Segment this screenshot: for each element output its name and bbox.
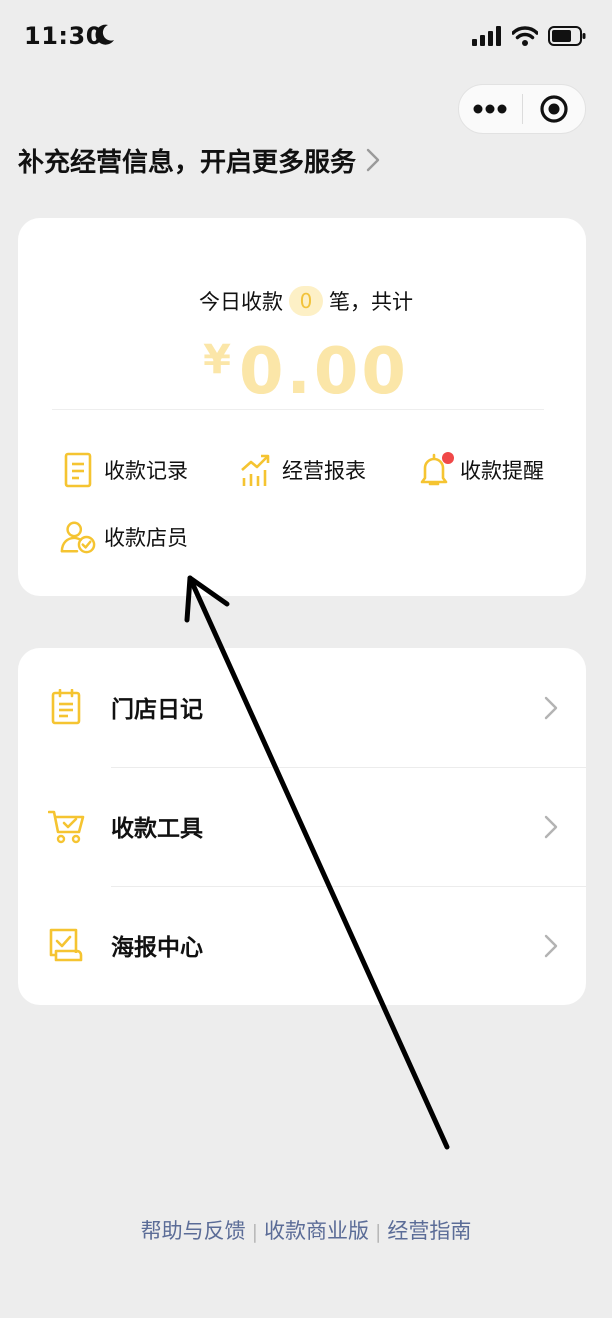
- footer-separator: |: [251, 1221, 258, 1243]
- today-summary: 今日收款 0 笔，共计: [0, 286, 612, 316]
- more-button[interactable]: [459, 85, 522, 133]
- battery-icon: [548, 26, 586, 50]
- footer-link-business[interactable]: 收款商业版: [264, 1219, 369, 1243]
- miniprogram-capsule: [458, 84, 586, 134]
- amount-value: 0.00: [238, 335, 409, 409]
- signal-icon: [472, 26, 502, 50]
- footer-separator: |: [375, 1221, 382, 1243]
- chevron-right-icon: [366, 148, 380, 172]
- poster-icon: [48, 927, 84, 963]
- close-miniprogram-button[interactable]: [523, 85, 586, 133]
- chevron-right-icon: [544, 934, 558, 958]
- more-icon: [473, 104, 507, 114]
- quick-action-staff[interactable]: 收款店员: [60, 519, 188, 555]
- divider: [52, 409, 544, 410]
- today-suffix: 笔，共计: [329, 290, 413, 314]
- notification-dot: [442, 452, 454, 464]
- quick-action-records[interactable]: 收款记录: [60, 452, 188, 488]
- staff-icon: [60, 519, 96, 555]
- today-prefix: 今日收款: [199, 290, 283, 314]
- quick-action-label: 经营报表: [282, 459, 366, 483]
- chevron-right-icon: [544, 815, 558, 839]
- menu-label: 门店日记: [111, 697, 203, 723]
- footer-link-guide[interactable]: 经营指南: [387, 1219, 471, 1243]
- today-amount: ¥0.00: [0, 335, 612, 409]
- status-time: 11:30: [24, 22, 103, 50]
- quick-action-label: 收款提醒: [460, 459, 544, 483]
- quick-action-label: 收款店员: [104, 526, 188, 550]
- cart-icon: [47, 808, 85, 844]
- quick-action-reminder[interactable]: 收款提醒: [416, 452, 544, 488]
- quick-action-reports[interactable]: 经营报表: [238, 452, 366, 488]
- quick-action-label: 收款记录: [104, 459, 188, 483]
- promo-text: 补充经营信息，开启更多服务: [18, 147, 357, 178]
- wifi-icon: [511, 26, 539, 50]
- menu-item-poster-center[interactable]: 海报中心: [18, 886, 586, 1004]
- menu-item-payment-tools[interactable]: 收款工具: [18, 767, 586, 885]
- footer-link-help[interactable]: 帮助与反馈: [141, 1219, 246, 1243]
- moon-icon: [95, 24, 115, 50]
- menu-label: 海报中心: [111, 935, 203, 961]
- target-icon: [540, 95, 568, 123]
- clipboard-icon: [48, 688, 84, 725]
- menu-label: 收款工具: [111, 816, 203, 842]
- document-icon: [60, 452, 96, 488]
- status-icons: [472, 26, 586, 50]
- menu-item-store-diary[interactable]: 门店日记: [18, 648, 586, 766]
- currency-symbol: ¥: [203, 337, 231, 383]
- footer-links: 帮助与反馈 | 收款商业版 | 经营指南: [0, 1215, 612, 1245]
- chart-icon: [238, 452, 274, 488]
- promo-link[interactable]: 补充经营信息，开启更多服务: [18, 138, 438, 182]
- chevron-right-icon: [544, 696, 558, 720]
- bell-icon: [416, 452, 454, 488]
- today-count-badge: 0: [289, 286, 323, 316]
